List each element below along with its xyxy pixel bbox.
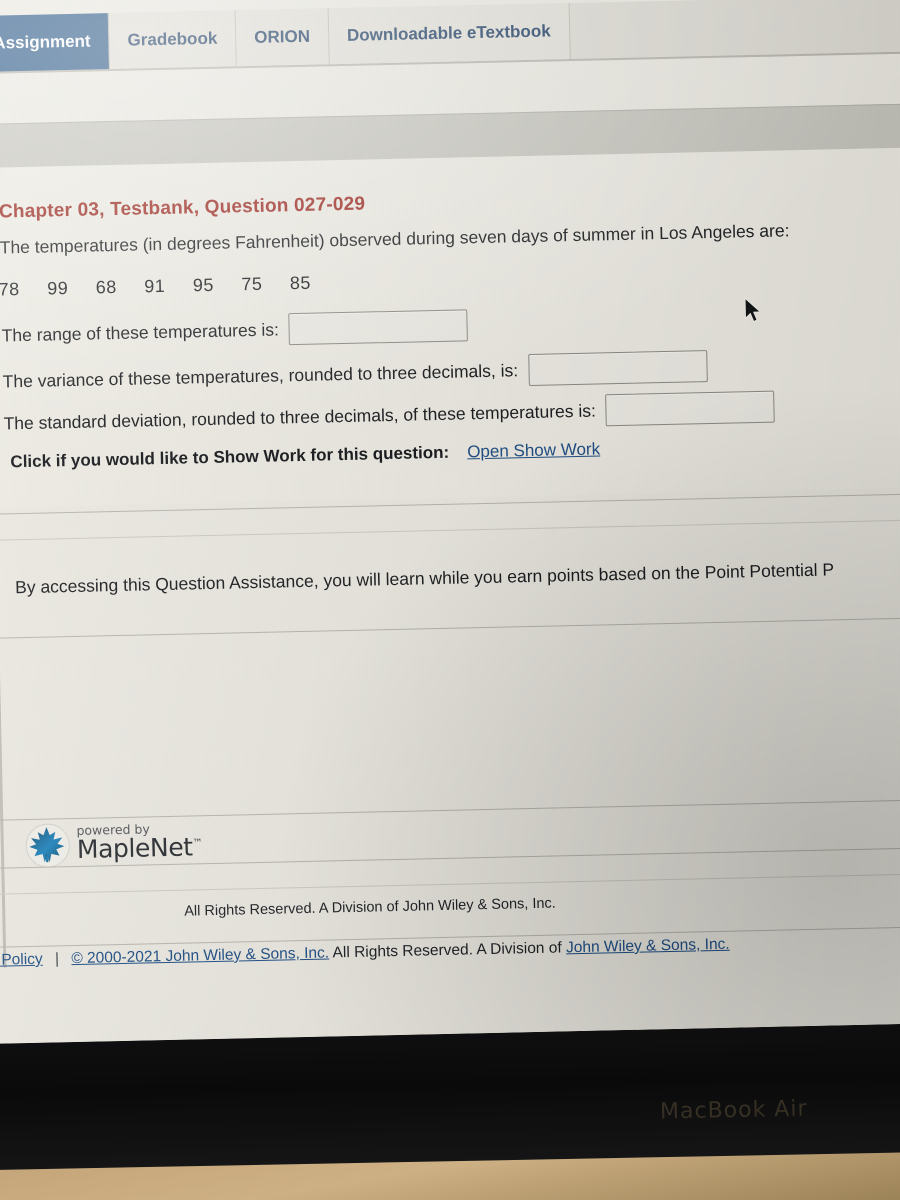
- maplenet-product-text: MapleNet: [76, 832, 193, 865]
- tab-orion[interactable]: ORION: [235, 8, 330, 67]
- divider: [0, 616, 900, 639]
- variance-row: The variance of these temperatures, roun…: [2, 350, 708, 397]
- john-wiley-sons-link[interactable]: John Wiley & Sons, Inc.: [566, 936, 730, 957]
- laptop-photo: MacBook Air you Assignment Gradebook ORI…: [0, 0, 900, 1200]
- copyright-line-lower: y Policy | © 2000-2021 John Wiley & Sons…: [0, 936, 730, 970]
- tab-gradebook-label: Gradebook: [127, 28, 218, 50]
- tab-downloadable-etextbook[interactable]: Downloadable eTextbook: [328, 3, 571, 65]
- browser-page: you Assignment Gradebook ORION Downloada…: [0, 0, 900, 1044]
- copyright-suffix-text: All Rights Reserved. A Division of: [332, 939, 562, 962]
- variance-label: The variance of these temperatures, roun…: [2, 359, 519, 391]
- standard-deviation-input[interactable]: [605, 390, 776, 427]
- privacy-policy-link[interactable]: y Policy: [0, 951, 43, 969]
- mouse-cursor: [744, 297, 762, 323]
- divider: [0, 798, 900, 821]
- question-panel: Chapter 03, Testbank, Question 027-029 T…: [0, 147, 900, 508]
- download-shelf: video0 (28).mov ⌃ video0 (27).mov ⌃ vide…: [0, 983, 900, 1123]
- show-work-row: Click if you would like to Show Work for…: [10, 439, 600, 472]
- temperature-value: 78: [0, 279, 20, 300]
- range-label: The range of these temperatures is:: [1, 318, 280, 345]
- trademark-symbol: ™: [192, 838, 203, 850]
- standard-deviation-label: The standard deviation, rounded to three…: [3, 400, 597, 433]
- open-show-work-link[interactable]: Open Show Work: [467, 439, 600, 462]
- temperature-values: 78 99 68 91 95 75 85: [0, 272, 333, 300]
- maplenet-logo: powered by MapleNet™: [22, 819, 203, 869]
- temperature-value: 75: [241, 273, 263, 295]
- maplenet-wordmark: powered by MapleNet™: [76, 822, 203, 865]
- range-input[interactable]: [288, 309, 469, 346]
- standard-deviation-row: The standard deviation, rounded to three…: [3, 390, 776, 440]
- divider: [0, 872, 900, 895]
- footer-separator: |: [54, 950, 60, 968]
- temperature-value: 91: [144, 275, 166, 297]
- variance-input[interactable]: [527, 350, 708, 387]
- divider: [0, 518, 900, 541]
- show-work-label: Click if you would like to Show Work for…: [10, 442, 450, 472]
- copyright-rights-text: All Rights Reserved. A Division of John …: [184, 895, 556, 920]
- tab-downloadable-etextbook-label: Downloadable eTextbook: [346, 21, 551, 45]
- copyright-line-upper: All Rights Reserved. A Division of John …: [184, 896, 556, 920]
- laptop-screen: you Assignment Gradebook ORION Downloada…: [0, 0, 900, 1044]
- tab-assignment[interactable]: Assignment: [0, 13, 111, 72]
- temperature-value: 68: [95, 276, 117, 298]
- temperature-value: 99: [46, 278, 69, 299]
- range-row: The range of these temperatures is:: [1, 309, 469, 351]
- nav-tabbar: Assignment Gradebook ORION Downloadable …: [0, 0, 900, 74]
- maple-leaf-icon: [22, 822, 71, 869]
- temperature-value: 85: [289, 272, 312, 294]
- tab-assignment-label: Assignment: [0, 31, 91, 53]
- question-title: Chapter 03, Testbank, Question 027-029: [0, 193, 366, 223]
- nav-tabstrip: Assignment Gradebook ORION Downloadable …: [0, 3, 571, 72]
- temperature-value: 95: [192, 274, 215, 296]
- question-assistance-text: By accessing this Question Assistance, y…: [14, 559, 835, 598]
- maplenet-product-name: MapleNet™: [76, 832, 203, 865]
- tab-gradebook[interactable]: Gradebook: [108, 10, 237, 70]
- question-prompt: The temperatures (in degrees Fahrenheit)…: [0, 220, 790, 258]
- tab-orion-label: ORION: [254, 26, 311, 47]
- copyright-notice-link[interactable]: © 2000-2021 John Wiley & Sons, Inc.: [71, 944, 329, 967]
